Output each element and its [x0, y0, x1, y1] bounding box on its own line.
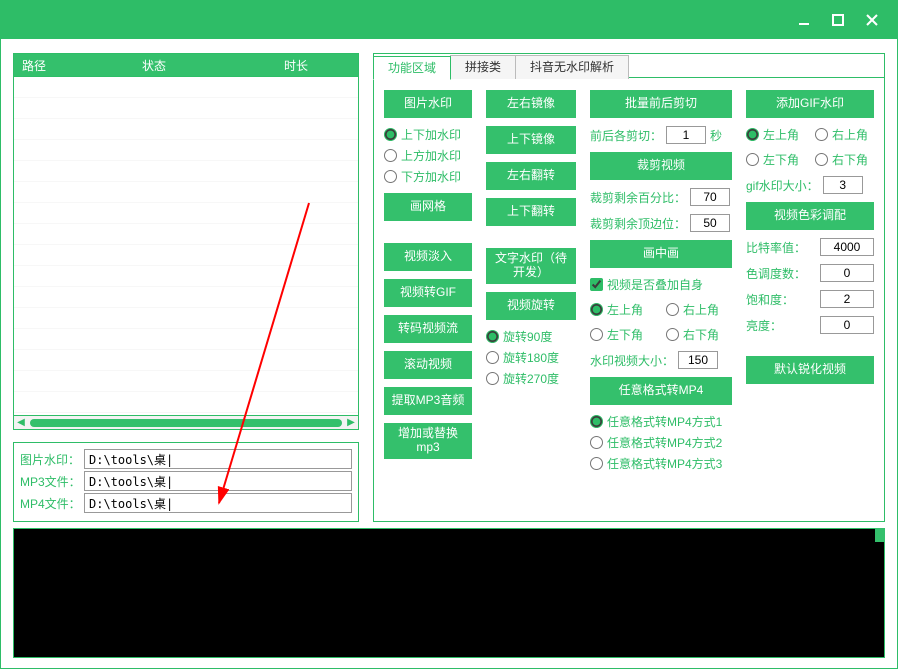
list-header: 路径 状态 时长 [13, 53, 359, 77]
h-scrollbar[interactable]: ◀ ▶ [13, 416, 359, 430]
input-gif-size[interactable] [823, 176, 863, 194]
label-cut-each: 前后各剪切： [590, 127, 662, 144]
radio-gif-tr[interactable]: 右上角 [815, 126, 874, 143]
label-gif-size: gif水印大小： [746, 177, 819, 194]
tab-douyin[interactable]: 抖音无水印解析 [515, 55, 629, 79]
radio-mp4-m2[interactable]: 任意格式转MP4方式2 [590, 434, 732, 451]
radio-rot-90[interactable]: 旋转90度 [486, 328, 576, 345]
btn-batch-cut[interactable]: 批量前后剪切 [590, 90, 732, 118]
btn-flip-lr[interactable]: 左右翻转 [486, 162, 576, 190]
label-crop-top: 裁剪剩余顶边位： [590, 215, 686, 232]
btn-replace-mp3[interactable]: 增加或替换mp3 [384, 423, 472, 459]
radio-gif-br[interactable]: 右下角 [815, 151, 874, 168]
log-console[interactable] [13, 528, 885, 658]
radio-wm-top[interactable]: 上方加水印 [384, 147, 472, 164]
label-crop-pct: 裁剪剩余百分比： [590, 189, 686, 206]
scroll-right-icon[interactable]: ▶ [344, 417, 358, 429]
btn-fadein[interactable]: 视频淡入 [384, 243, 472, 271]
close-button[interactable] [855, 5, 889, 35]
btn-color-adjust[interactable]: 视频色彩调配 [746, 202, 874, 230]
btn-flip-ud[interactable]: 上下翻转 [486, 198, 576, 226]
file-list[interactable] [13, 77, 359, 416]
tab-bar: 功能区域 拼接类 抖音无水印解析 [374, 54, 884, 78]
scroll-thumb[interactable] [30, 419, 342, 427]
btn-default-sharpen[interactable]: 默认锐化视频 [746, 356, 874, 384]
label-mp4-file: MP4文件： [20, 495, 84, 512]
radio-rot-180[interactable]: 旋转180度 [486, 349, 576, 366]
btn-scroll-video[interactable]: 滚动视频 [384, 351, 472, 379]
radio-pip-br[interactable]: 右下角 [666, 326, 732, 343]
input-saturation[interactable] [820, 290, 874, 308]
input-crop-top[interactable] [690, 214, 730, 232]
radio-gif-tl[interactable]: 左上角 [746, 126, 805, 143]
radio-wm-bottom[interactable]: 下方加水印 [384, 168, 472, 185]
input-bitrate[interactable] [820, 238, 874, 256]
label-bitrate: 比特率值： [746, 239, 806, 256]
radio-mp4-m1[interactable]: 任意格式转MP4方式1 [590, 413, 732, 430]
label-mp3-file: MP3文件： [20, 473, 84, 490]
btn-rotate[interactable]: 视频旋转 [486, 292, 576, 320]
input-pip-size[interactable] [678, 351, 718, 369]
btn-mirror-ud[interactable]: 上下镜像 [486, 126, 576, 154]
btn-extract-mp3[interactable]: 提取MP3音频 [384, 387, 472, 415]
input-brightness[interactable] [820, 316, 874, 334]
input-crop-pct[interactable] [690, 188, 730, 206]
col-status: 状态 [74, 57, 234, 74]
radio-pip-tl[interactable]: 左上角 [590, 301, 656, 318]
tab-concat[interactable]: 拼接类 [450, 55, 516, 79]
label-img-watermark: 图片水印： [20, 451, 84, 468]
label-saturation: 饱和度： [746, 291, 794, 308]
right-panel: 功能区域 拼接类 抖音无水印解析 图片水印 上下加水印 上方加水印 下方加水印 [373, 53, 885, 522]
radio-gif-bl[interactable]: 左下角 [746, 151, 805, 168]
col-crop: 批量前后剪切 前后各剪切： 秒 裁剪视频 裁剪剩余百分比： 裁剪剩余顶边位： 画… [590, 90, 732, 509]
radio-mp4-m3[interactable]: 任意格式转MP4方式3 [590, 455, 732, 472]
input-hue[interactable] [820, 264, 874, 282]
minimize-button[interactable] [787, 5, 821, 35]
tab-functions[interactable]: 功能区域 [373, 56, 451, 80]
btn-text-wm[interactable]: 文字水印（待开发） [486, 248, 576, 284]
btn-crop-video[interactable]: 裁剪视频 [590, 152, 732, 180]
check-overlay-self[interactable]: 视频是否叠加自身 [590, 276, 732, 293]
input-mp3-file[interactable] [84, 471, 352, 491]
maximize-button[interactable] [821, 5, 855, 35]
btn-any-to-mp4[interactable]: 任意格式转MP4 [590, 377, 732, 405]
radio-pip-bl[interactable]: 左下角 [590, 326, 656, 343]
col-duration: 时长 [234, 57, 358, 74]
btn-mirror-lr[interactable]: 左右镜像 [486, 90, 576, 118]
input-cut-each[interactable] [666, 126, 706, 144]
col-mirror: 左右镜像 上下镜像 左右翻转 上下翻转 文字水印（待开发） 视频旋转 旋转90度… [486, 90, 576, 509]
col-gif-color: 添加GIF水印 左上角 右上角 左下角 右下角 gif水印大小： [746, 90, 874, 509]
col-image-wm: 图片水印 上下加水印 上方加水印 下方加水印 画网格 视频淡入 视频转GIF 转… [384, 90, 472, 509]
btn-grid[interactable]: 画网格 [384, 193, 472, 221]
btn-pip[interactable]: 画中画 [590, 240, 732, 268]
paths-box: 图片水印： MP3文件： MP4文件： [13, 442, 359, 522]
btn-add-gif-wm[interactable]: 添加GIF水印 [746, 90, 874, 118]
left-panel: 路径 状态 时长 ◀ ▶ 图片水印： [13, 53, 359, 522]
radio-rot-270[interactable]: 旋转270度 [486, 370, 576, 387]
label-brightness: 亮度： [746, 317, 782, 334]
scroll-left-icon[interactable]: ◀ [14, 417, 28, 429]
btn-image-watermark[interactable]: 图片水印 [384, 90, 472, 118]
input-img-watermark[interactable] [84, 449, 352, 469]
input-mp4-file[interactable] [84, 493, 352, 513]
btn-transcode[interactable]: 转码视频流 [384, 315, 472, 343]
titlebar [1, 1, 897, 39]
btn-togif[interactable]: 视频转GIF [384, 279, 472, 307]
label-hue: 色调度数： [746, 265, 806, 282]
radio-pip-tr[interactable]: 右上角 [666, 301, 732, 318]
radio-wm-both[interactable]: 上下加水印 [384, 126, 472, 143]
col-path: 路径 [14, 57, 74, 74]
label-pip-size: 水印视频大小： [590, 352, 674, 369]
app-window: 路径 状态 时长 ◀ ▶ 图片水印： [0, 0, 898, 669]
